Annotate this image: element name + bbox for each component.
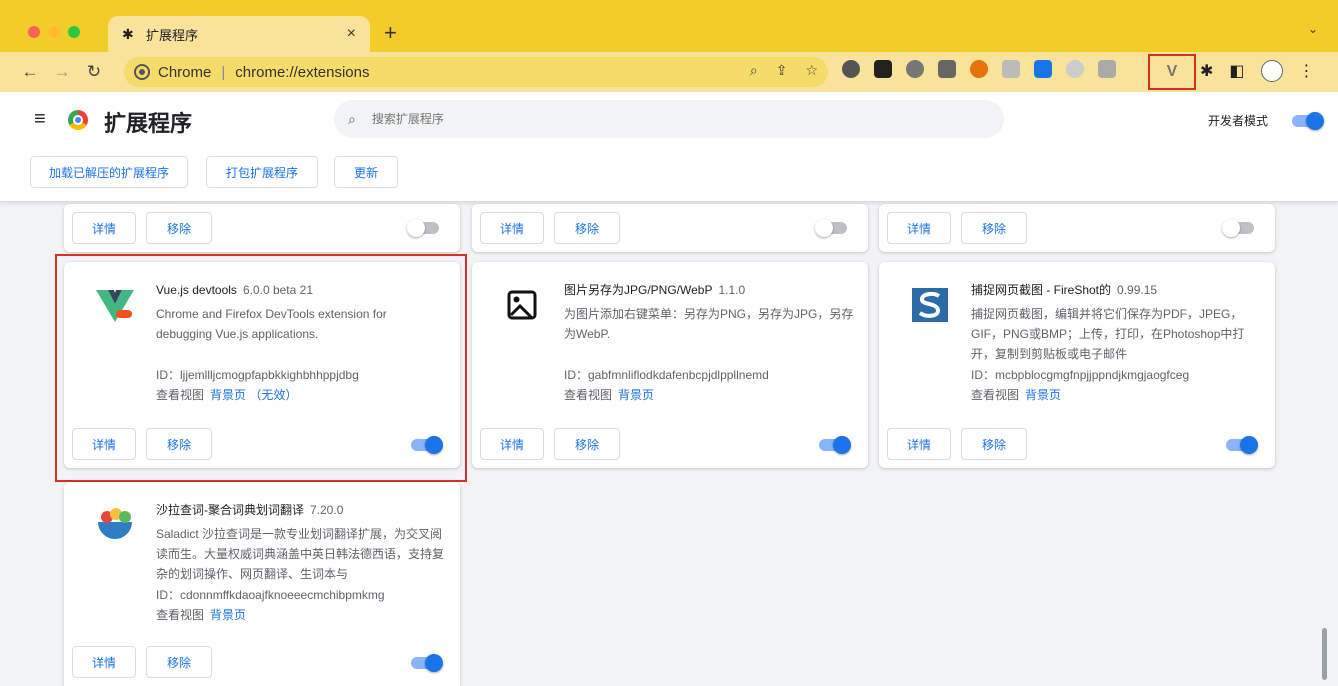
- remove-button[interactable]: 移除: [146, 212, 212, 244]
- extension-id: ID：gabfmnliflodkdafenbcpjdlppllnemd: [564, 368, 769, 382]
- extension-version: 0.99.15: [1117, 283, 1158, 297]
- extension-name: 图片另存为JPG/PNG/WebP: [564, 283, 713, 297]
- pack-extension-button[interactable]: 打包扩展程序: [206, 156, 318, 188]
- enable-toggle[interactable]: [407, 219, 439, 237]
- zoom-icon[interactable]: ⌕: [750, 62, 758, 79]
- enable-toggle[interactable]: [819, 436, 851, 454]
- site-chip: Chrome: [158, 63, 212, 81]
- developer-mode-toggle[interactable]: [1292, 112, 1324, 130]
- extension-icon-3[interactable]: [906, 60, 924, 78]
- extension-name: 沙拉查词-聚合词典划词翻译: [156, 503, 304, 517]
- details-button[interactable]: 详情: [480, 212, 544, 244]
- inspect-views-label: 查看视图: [156, 608, 205, 622]
- developer-mode-label: 开发者模式: [1208, 114, 1269, 128]
- extensions-puzzle-icon[interactable]: ✱: [1200, 61, 1213, 81]
- fireshot-logo-icon: [912, 288, 948, 322]
- extension-card-partial-1: 详情 移除: [64, 204, 460, 252]
- search-box[interactable]: ⌕: [334, 100, 1004, 138]
- maximize-window-button[interactable]: [68, 26, 80, 38]
- highlight-box: [55, 254, 467, 482]
- side-panel-icon[interactable]: ◧: [1229, 61, 1244, 81]
- tab-extensions[interactable]: ✱ 扩展程序 ×: [108, 16, 370, 52]
- profile-avatar[interactable]: [1260, 60, 1283, 82]
- enable-toggle[interactable]: [815, 219, 847, 237]
- chrome-site-icon: [136, 66, 148, 78]
- details-button[interactable]: 详情: [72, 212, 136, 244]
- details-button[interactable]: 详情: [887, 428, 951, 460]
- notion-icon[interactable]: [874, 60, 892, 78]
- background-page-link[interactable]: 背景页: [618, 388, 654, 402]
- menu-kebab-icon[interactable]: ⋮: [1299, 61, 1315, 81]
- extension-version: 1.1.0: [718, 283, 746, 297]
- tab-title: 扩展程序: [146, 27, 199, 43]
- bookmark-star-icon[interactable]: ☆: [805, 62, 818, 79]
- mail-icon[interactable]: [938, 60, 956, 78]
- extension-icon-7[interactable]: [1034, 60, 1052, 78]
- extension-icon-1[interactable]: [842, 60, 860, 78]
- enable-toggle[interactable]: [411, 654, 443, 672]
- extension-card-fireshot: 捕捉网页截图 - FireShot的 0.99.15 捕捉网页截图，编辑并将它们保…: [879, 262, 1275, 468]
- remove-button[interactable]: 移除: [146, 646, 212, 678]
- address-bar[interactable]: Chrome | chrome://extensions ⌕ ⇪ ☆: [124, 57, 828, 87]
- vue-devtools-toolbar-icon[interactable]: V: [1148, 54, 1196, 90]
- hamburger-menu-icon[interactable]: ≡: [34, 108, 46, 131]
- details-button[interactable]: 详情: [72, 646, 136, 678]
- search-icon: ⌕: [348, 110, 356, 127]
- background-page-link[interactable]: 背景页: [1025, 388, 1061, 402]
- extension-description: 捕捉网页截图，编辑并将它们保存为PDF，JPEG，GIF，PNG或BMP；上传，…: [971, 307, 1245, 361]
- window-controls: [28, 26, 80, 38]
- extension-version: 7.20.0: [310, 503, 344, 517]
- saladict-logo-icon: [98, 508, 132, 539]
- minimize-window-button[interactable]: [48, 26, 60, 38]
- update-button[interactable]: 更新: [334, 156, 398, 188]
- enable-toggle[interactable]: [1222, 219, 1254, 237]
- url-text: chrome://extensions: [235, 63, 370, 81]
- extension-card-save-image: 图片另存为JPG/PNG/WebP 1.1.0 为图片添加右键菜单：另存为PNG，…: [472, 262, 868, 468]
- scrollbar[interactable]: [1322, 628, 1327, 680]
- enable-toggle[interactable]: [1226, 436, 1258, 454]
- extension-icon-9[interactable]: [1098, 60, 1116, 78]
- puzzle-icon: ✱: [122, 25, 134, 42]
- load-unpacked-button[interactable]: 加载已解压的扩展程序: [30, 156, 188, 188]
- reload-icon[interactable]: ↻: [80, 62, 108, 82]
- divider: |: [221, 63, 226, 81]
- grid-icon[interactable]: [1002, 60, 1020, 78]
- details-button[interactable]: 详情: [887, 212, 951, 244]
- new-tab-button[interactable]: +: [384, 20, 397, 46]
- developer-actions-bar: 加载已解压的扩展程序 打包扩展程序 更新: [0, 148, 1338, 202]
- forward-icon[interactable]: →: [48, 62, 76, 82]
- remove-button[interactable]: 移除: [554, 212, 620, 244]
- chrome-logo-icon: [68, 110, 88, 130]
- extension-id: ID：mcbpblocgmgfnpjjppndjkmgjaogfceg: [971, 368, 1190, 382]
- remove-button[interactable]: 移除: [961, 428, 1027, 460]
- extensions-header: ≡ 扩展程序 ⌕ 开发者模式: [0, 92, 1338, 148]
- details-button[interactable]: 详情: [480, 428, 544, 460]
- close-window-button[interactable]: [28, 26, 40, 38]
- extension-icon-5[interactable]: [970, 60, 988, 78]
- extension-description: Saladict 沙拉查词是一款专业划词翻译扩展，为交叉阅读而生。大量权威词典涵…: [156, 527, 445, 581]
- inspect-views-label: 查看视图: [564, 388, 613, 402]
- extension-card-partial-3: 详情 移除: [879, 204, 1275, 252]
- extension-card-saladict: 沙拉查词-聚合词典划词翻译 7.20.0 Saladict 沙拉查词是一款专业划词…: [64, 482, 460, 686]
- tab-close-icon[interactable]: ×: [347, 25, 356, 43]
- inspect-views-label: 查看视图: [971, 388, 1020, 402]
- back-icon[interactable]: ←: [16, 62, 44, 82]
- search-input[interactable]: [371, 112, 932, 126]
- chevron-down-icon[interactable]: ⌄: [1308, 22, 1318, 36]
- extension-icons: [842, 60, 1116, 78]
- share-icon[interactable]: ⇪: [776, 62, 788, 79]
- extension-description: 为图片添加右键菜单：另存为PNG，另存为JPG，另存为WebP.: [564, 307, 854, 341]
- tab-strip: ✱ 扩展程序 × + ⌄: [0, 0, 1338, 52]
- page-title: 扩展程序: [104, 111, 193, 136]
- extension-card-partial-2: 详情 移除: [472, 204, 868, 252]
- remove-button[interactable]: 移除: [554, 428, 620, 460]
- extension-name: 捕捉网页截图 - FireShot的: [971, 283, 1112, 297]
- image-icon: [507, 290, 537, 320]
- browser-toolbar: ← → ↻ Chrome | chrome://extensions ⌕ ⇪ ☆…: [0, 52, 1338, 92]
- extension-id: ID：cdonnmffkdaoajfknoeeecmchibpmkmg: [156, 588, 385, 602]
- extension-icon-8[interactable]: [1066, 60, 1084, 78]
- remove-button[interactable]: 移除: [961, 212, 1027, 244]
- background-page-link[interactable]: 背景页: [210, 608, 246, 622]
